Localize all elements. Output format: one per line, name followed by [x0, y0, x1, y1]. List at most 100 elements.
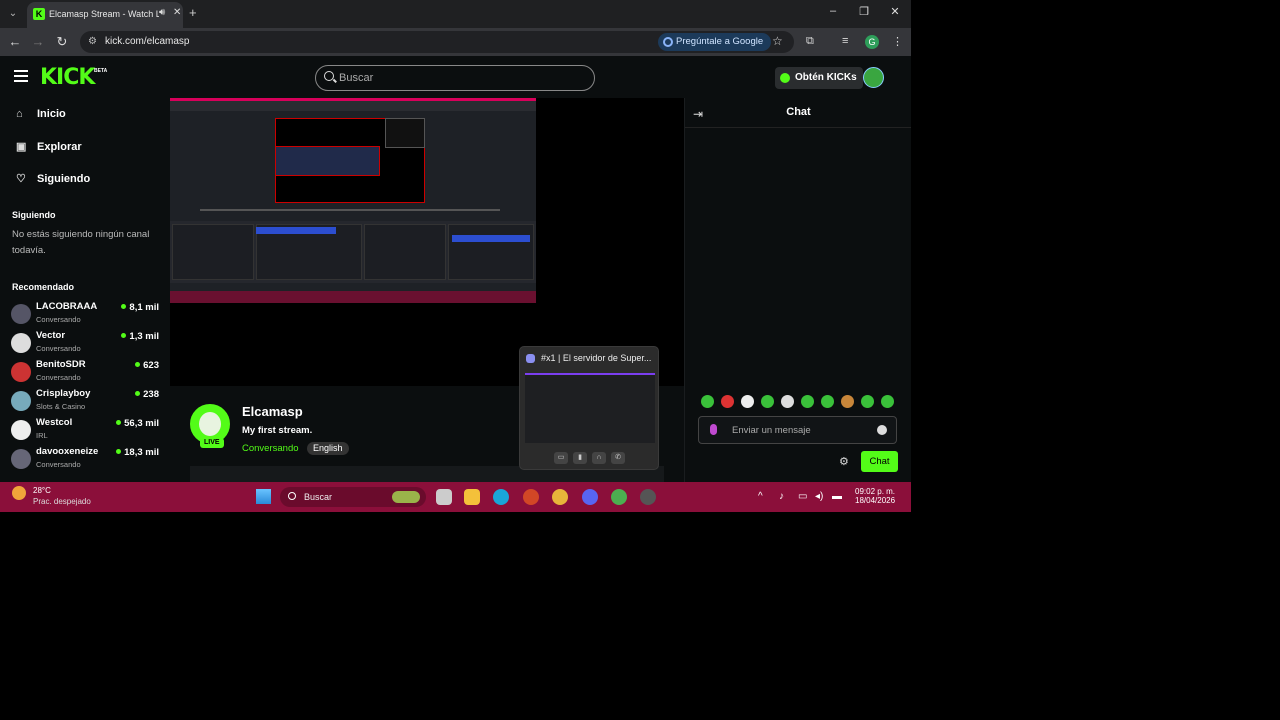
tray-mic-icon[interactable]: ♪	[779, 491, 784, 502]
obs-icon[interactable]	[640, 489, 656, 505]
back-icon[interactable]: ←	[7, 34, 23, 49]
user-avatar[interactable]	[863, 67, 884, 88]
ask-google-button[interactable]: Pregúntale a Google	[658, 33, 772, 51]
camera-icon[interactable]: ▭	[554, 452, 568, 464]
speaker-icon[interactable]: 🔊︎	[159, 7, 165, 18]
chrome-icon[interactable]	[552, 489, 568, 505]
taskbar-search[interactable]: Buscar	[280, 487, 426, 507]
viewer-count: 1,3 mil	[121, 331, 159, 342]
emote-icon[interactable]	[821, 395, 834, 408]
tray-chevron-icon[interactable]: ^	[758, 491, 763, 502]
recommended-channel[interactable]: Vector Conversando 1,3 mil	[11, 330, 161, 358]
discord-taskbar-icon[interactable]	[582, 489, 598, 505]
stream-category[interactable]: Conversando	[242, 443, 299, 454]
avatar	[11, 391, 31, 411]
temperature: 28°C	[33, 486, 51, 495]
omnibox[interactable]: ⚙ kick.com/elcamasp Pregúntale a Google …	[80, 31, 794, 53]
sidebar-item-siguiendo[interactable]: ♡ Siguiendo	[16, 172, 90, 192]
tray-display-icon[interactable]: ▭	[798, 491, 807, 502]
avatar	[11, 333, 31, 353]
powerpoint-icon[interactable]	[523, 489, 539, 505]
gear-icon[interactable]: ⚙	[839, 455, 849, 468]
hamburger-menu-icon[interactable]	[14, 70, 28, 82]
emote-icon[interactable]	[861, 395, 874, 408]
browser-menu-icon[interactable]: ⋮	[892, 35, 903, 48]
maximize-icon[interactable]: ❐	[854, 5, 874, 18]
url-text[interactable]: kick.com/elcamasp	[105, 36, 189, 47]
tab-close-icon[interactable]: ✕	[173, 7, 181, 18]
taskbar-preview-popup[interactable]: #x1 | El servidor de Super... ▭ ▮ ∩ ✆	[519, 346, 659, 470]
emote-icon[interactable]	[781, 395, 794, 408]
google-lens-icon	[663, 37, 673, 47]
browser-tab[interactable]: K Elcamasp Stream - Watch L 🔊︎ ✕	[27, 2, 183, 28]
profile-avatar[interactable]: G	[865, 35, 879, 49]
compass-icon: ▣	[16, 141, 27, 153]
video-player[interactable]	[170, 98, 684, 386]
taskbar-clock[interactable]: 09:02 p. m. 18/04/2026	[855, 487, 895, 505]
headphones-icon[interactable]: ∩	[592, 452, 606, 464]
recommended-channel[interactable]: BenitoSDR Conversando 623	[11, 359, 161, 387]
following-empty-text: No estás siguiendo ningún canal todavía.	[12, 229, 150, 256]
recommended-channel[interactable]: davooxeneize Conversando 18,3 mil	[11, 446, 161, 474]
chat-placeholder: Enviar un mensaje	[732, 425, 811, 436]
microphone-icon[interactable]: ▮	[573, 452, 587, 464]
task-view-icon[interactable]	[436, 489, 452, 505]
kick-favicon-icon: K	[33, 8, 45, 20]
chat-message-input[interactable]: Enviar un mensaje	[698, 416, 897, 444]
minimize-icon[interactable]: –	[823, 5, 843, 17]
sidebar-item-inicio[interactable]: ⌂ Inicio	[16, 108, 66, 128]
extensions-icon[interactable]: ⧉	[806, 35, 814, 48]
emote-icon[interactable]	[761, 395, 774, 408]
kicks-coin-icon	[780, 73, 790, 83]
tab-strip: ⌄ K Elcamasp Stream - Watch L 🔊︎ ✕ + – ❐…	[0, 0, 911, 28]
search-icon	[288, 492, 296, 500]
site-header: KICK BETA Buscar Obtén KICKs	[0, 56, 911, 98]
disconnect-icon[interactable]: ✆	[611, 452, 625, 464]
avatar	[11, 362, 31, 382]
microphone-icon[interactable]	[710, 424, 717, 435]
obs-docks	[170, 221, 536, 283]
window-close-icon[interactable]: ✕	[885, 5, 905, 18]
recommended-channel[interactable]: LACOBRAAA Conversando 8,1 mil	[11, 301, 161, 329]
search-input[interactable]: Buscar	[315, 65, 595, 91]
weather-icon[interactable]	[12, 486, 26, 500]
media-control-icon[interactable]: ≡	[842, 35, 848, 47]
viewer-count: 238	[135, 389, 159, 400]
emote-icon[interactable]	[841, 395, 854, 408]
file-explorer-icon[interactable]	[464, 489, 480, 505]
recommended-channel[interactable]: Westcol IRL 56,3 mil	[11, 417, 161, 445]
emote-icon[interactable]	[721, 395, 734, 408]
bookmark-star-icon[interactable]: ☆	[772, 34, 783, 48]
tab-search-icon[interactable]: ⌄	[5, 6, 21, 22]
site-info-icon[interactable]: ⚙	[88, 36, 97, 47]
start-icon[interactable]	[256, 489, 271, 504]
viewer-count: 56,3 mil	[116, 418, 159, 429]
chat-panel: ⇥ Chat Enviar un mensaje ⚙ Chat	[684, 98, 911, 482]
search-icon	[324, 71, 334, 81]
viewer-count: 18,3 mil	[116, 447, 159, 458]
forward-icon[interactable]: →	[30, 34, 46, 49]
emote-icon[interactable]	[701, 395, 714, 408]
sidebar-item-explorar[interactable]: ▣ Explorar	[16, 140, 82, 160]
popup-preview[interactable]	[525, 373, 655, 443]
kick-logo[interactable]: KICK	[40, 65, 95, 90]
emote-icon[interactable]	[801, 395, 814, 408]
tray-volume-icon[interactable]: ◂)	[815, 491, 823, 502]
chrome-profile-icon[interactable]	[611, 489, 627, 505]
following-heading: Siguiendo	[12, 210, 56, 220]
emoji-icon[interactable]	[877, 425, 887, 435]
edge-icon[interactable]	[493, 489, 509, 505]
recommended-channel[interactable]: Crisplayboy Slots & Casino 238	[11, 388, 161, 416]
language-tag[interactable]: English	[307, 442, 349, 455]
get-kicks-button[interactable]: Obtén KICKs	[775, 67, 863, 89]
obs-preview-secondary	[385, 118, 425, 148]
tray-battery-icon[interactable]: ▬	[832, 491, 842, 502]
reload-icon[interactable]: ↻	[54, 34, 70, 50]
viewer-count: 623	[135, 360, 159, 371]
chat-title: Chat	[786, 106, 811, 118]
channel-name[interactable]: Elcamasp	[242, 404, 303, 419]
emote-icon[interactable]	[741, 395, 754, 408]
chat-send-button[interactable]: Chat	[861, 451, 898, 472]
new-tab-icon[interactable]: +	[189, 5, 197, 20]
emote-icon[interactable]	[881, 395, 894, 408]
